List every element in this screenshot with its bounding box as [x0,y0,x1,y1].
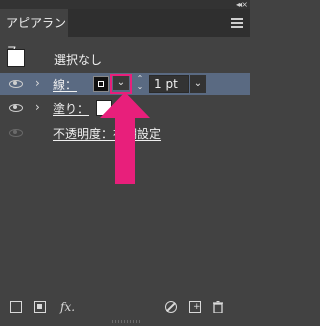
duplicate-item-icon[interactable]: + [189,301,201,313]
collapse-panel-icon[interactable]: ◂◂ [236,0,242,9]
delete-item-icon[interactable] [212,300,224,314]
selection-row: 選択なし [0,46,250,72]
selection-thumbnail [7,49,25,67]
panel-menu-icon[interactable] [231,18,243,28]
stroke-weight-input[interactable]: 1 pt [149,75,189,93]
fill-label[interactable]: 塗り： [53,100,89,117]
expand-chevron-icon[interactable]: › [35,101,40,113]
no-selection-label: 選択なし [54,53,103,67]
expand-chevron-icon[interactable]: › [35,77,40,89]
add-fill-icon[interactable] [34,301,46,313]
add-stroke-icon[interactable] [10,301,22,313]
stroke-label[interactable]: 線： [53,76,77,93]
panel-tab-bar: アピアランス [0,9,250,58]
eye-icon [9,129,23,137]
stroke-weight-dropdown-button[interactable]: ⌄ [190,75,206,93]
stepper-down-icon[interactable]: ⌄ [135,83,145,91]
panel-top-strip: ◂◂ × [0,0,250,9]
stroke-weight-stepper[interactable]: ⌃ ⌄ [135,75,145,93]
stroke-color-swatch[interactable] [93,76,109,92]
stroke-swatch-dropdown-button[interactable]: ⌄ [113,76,129,90]
add-effect-fx-icon[interactable]: fx. [60,301,80,313]
panel-bottom-toolbar: fx. + [0,295,250,319]
annotation-arrow-icon [100,92,150,184]
eye-icon[interactable] [9,80,23,88]
tab-appearance[interactable]: アピアランス [0,9,68,58]
eye-icon[interactable] [9,104,23,112]
clear-appearance-icon[interactable] [165,301,177,313]
resize-grip[interactable] [112,320,140,323]
close-panel-icon[interactable]: × [241,0,248,9]
